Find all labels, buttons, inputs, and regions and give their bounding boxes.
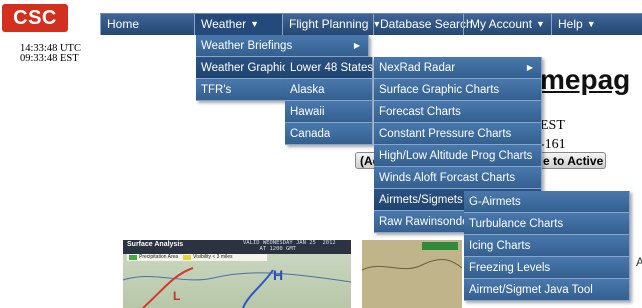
menu-freezing-levels-label: Freezing Levels bbox=[469, 262, 551, 274]
menu-alaska[interactable]: Alaska bbox=[285, 79, 373, 101]
menu-weather-briefings-label: Weather Briefings bbox=[201, 40, 293, 52]
phone-text: -161 bbox=[540, 137, 566, 152]
menu-hawaii[interactable]: Hawaii bbox=[285, 101, 373, 123]
menu-forecast-charts-label: Forecast Charts bbox=[379, 106, 461, 118]
nav-flight-planning-label: Flight Planning bbox=[289, 17, 369, 31]
menu-weather-graphics-label: Weather Graphics bbox=[201, 62, 294, 74]
menu-alaska-label: Alaska bbox=[290, 84, 325, 96]
menu-turbulance-charts[interactable]: Turbulance Charts bbox=[464, 213, 630, 235]
map-graphic: H L bbox=[123, 267, 351, 308]
nav-home[interactable]: Home bbox=[100, 14, 194, 35]
menu-high-low-prog-charts-label: High/Low Altitude Prog Charts bbox=[379, 150, 533, 162]
chevron-right-icon: ▶ bbox=[526, 63, 533, 72]
menu-airmets-sigmets-label: Airmets/Sigmets bbox=[379, 194, 463, 206]
nav-home-label: Home bbox=[107, 17, 140, 31]
page-title: mepag bbox=[540, 64, 631, 95]
nav-database-search[interactable]: Database Search bbox=[373, 14, 473, 35]
airmets-menu: G-Airmets Turbulance Charts Icing Charts… bbox=[464, 191, 630, 301]
secondary-map[interactable] bbox=[362, 240, 462, 308]
nav-weather-label: Weather bbox=[201, 17, 247, 31]
edge-text: A bbox=[636, 255, 642, 269]
est-clock: 09:33:48 EST bbox=[20, 53, 79, 64]
menu-forecast-charts[interactable]: Forecast Charts bbox=[374, 101, 542, 123]
menu-surface-graphic-charts[interactable]: Surface Graphic Charts bbox=[374, 79, 542, 101]
main-nav: Home Weather ▼ Flight Planning ▼ Database … bbox=[100, 13, 642, 35]
menu-nexrad-radar[interactable]: NexRad Radar ▶ bbox=[374, 57, 542, 79]
change-to-active-button[interactable]: e to Active bbox=[538, 152, 606, 169]
menu-turbulance-charts-label: Turbulance Charts bbox=[469, 218, 564, 230]
menu-winds-aloft-charts[interactable]: Winds Aloft Forcast Charts bbox=[374, 167, 542, 189]
chevron-down-icon: ▼ bbox=[536, 19, 545, 29]
menu-g-airmets[interactable]: G-Airmets bbox=[464, 191, 630, 213]
nav-my-account-label: My Account bbox=[470, 17, 533, 31]
nav-database-search-label: Database Search bbox=[380, 17, 473, 31]
weather-graphics-menu: Lower 48 States Alaska Hawaii Canada bbox=[285, 57, 373, 145]
chevron-down-icon: ▼ bbox=[250, 19, 260, 29]
menu-winds-aloft-charts-label: Winds Aloft Forcast Charts bbox=[379, 172, 516, 184]
top-bar: CSC Home Weather ▼ Flight Planning ▼ Datab… bbox=[0, 0, 642, 35]
menu-hawaii-label: Hawaii bbox=[290, 106, 325, 118]
svg-text:H: H bbox=[273, 267, 283, 283]
menu-canada-label: Canada bbox=[290, 128, 331, 140]
surface-analysis-map[interactable]: Surface Analysis VALID WEDNESDAY JAN 25 … bbox=[123, 240, 351, 308]
menu-constant-pressure-charts-label: Constant Pressure Charts bbox=[379, 128, 512, 140]
menu-nexrad-radar-label: NexRad Radar bbox=[379, 62, 456, 74]
chevron-down-icon: ▼ bbox=[586, 19, 596, 29]
nav-help-label: Help bbox=[558, 17, 583, 31]
chevron-right-icon: ▶ bbox=[353, 41, 360, 50]
menu-airmet-java-tool[interactable]: Airmet/Sigmet Java Tool bbox=[464, 279, 630, 301]
nav-weather[interactable]: Weather ▼ bbox=[194, 14, 282, 35]
menu-surface-graphic-charts-label: Surface Graphic Charts bbox=[379, 84, 500, 96]
nav-help[interactable]: Help ▼ bbox=[551, 14, 642, 35]
menu-high-low-prog-charts[interactable]: High/Low Altitude Prog Charts bbox=[374, 145, 542, 167]
menu-constant-pressure-charts[interactable]: Constant Pressure Charts bbox=[374, 123, 542, 145]
menu-lower-48-label: Lower 48 States bbox=[290, 62, 374, 74]
menu-lower-48[interactable]: Lower 48 States bbox=[285, 57, 373, 79]
est-text: EST bbox=[540, 118, 565, 133]
secondary-map-graphic bbox=[362, 240, 462, 308]
menu-icing-charts[interactable]: Icing Charts bbox=[464, 235, 630, 257]
nav-flight-planning[interactable]: Flight Planning ▼ bbox=[282, 14, 381, 35]
nav-my-account[interactable]: My Account ▼ bbox=[463, 14, 551, 35]
csc-logo[interactable]: CSC bbox=[2, 4, 68, 32]
menu-weather-briefings[interactable]: Weather Briefings ▶ bbox=[196, 35, 369, 57]
menu-canada[interactable]: Canada bbox=[285, 123, 373, 145]
menu-raw-rawinsonde-label: Raw Rawinsonde bbox=[379, 216, 469, 228]
svg-text:L: L bbox=[173, 289, 180, 303]
menu-icing-charts-label: Icing Charts bbox=[469, 240, 531, 252]
menu-airmet-java-tool-label: Airmet/Sigmet Java Tool bbox=[469, 284, 593, 296]
menu-freezing-levels[interactable]: Freezing Levels bbox=[464, 257, 630, 279]
menu-g-airmets-label: G-Airmets bbox=[469, 196, 521, 208]
menu-tfrs-label: TFR's bbox=[201, 84, 232, 96]
